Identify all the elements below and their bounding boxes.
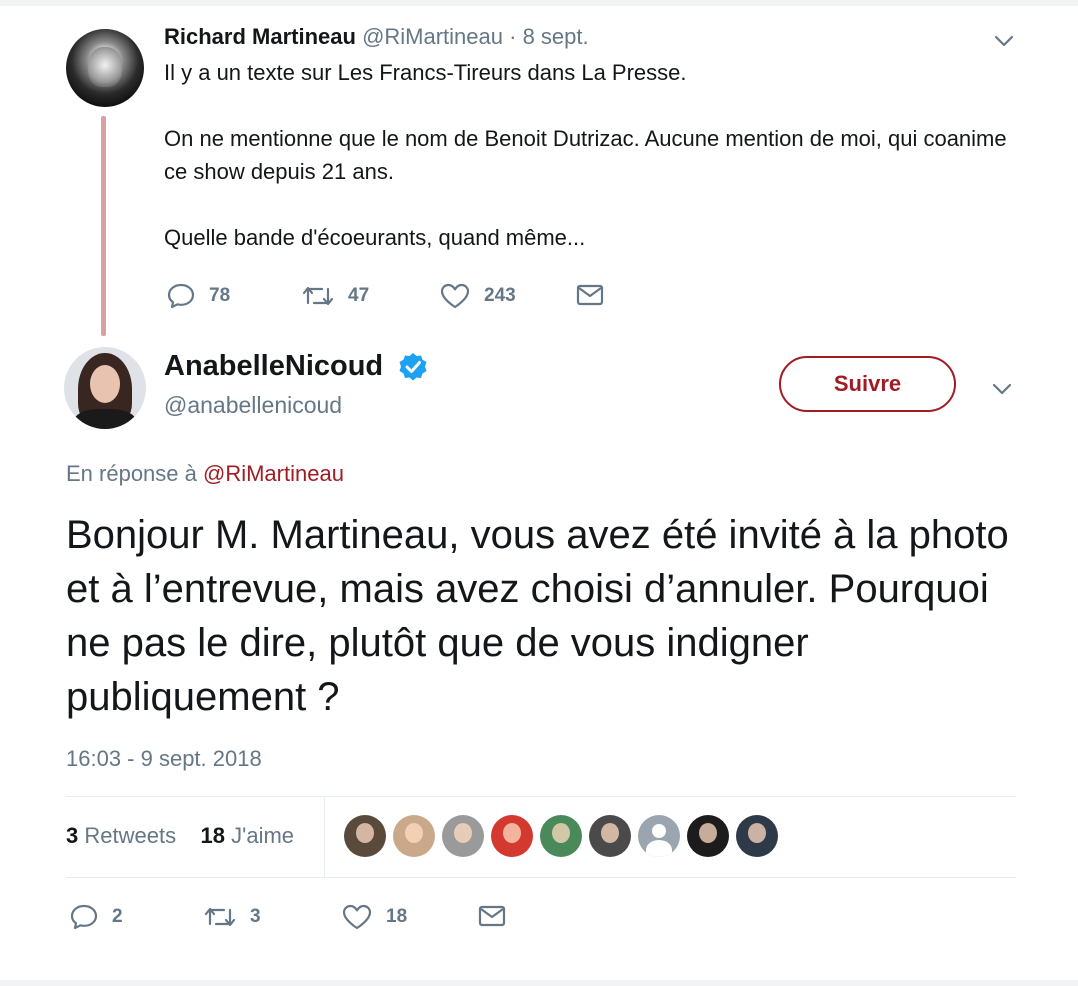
top-border: [0, 0, 1078, 6]
author-handle[interactable]: @anabellenicoud: [164, 392, 342, 419]
heart-icon: [342, 904, 372, 930]
likes-count: 18: [200, 823, 226, 848]
reply-count: 2: [112, 906, 123, 927]
dm-action[interactable]: [478, 905, 506, 927]
avatar-anabelle-nicoud[interactable]: [64, 347, 146, 429]
retweet-action[interactable]: 3: [204, 904, 261, 930]
parent-reply-action[interactable]: 78: [167, 283, 230, 309]
liker-avatar[interactable]: [687, 815, 729, 857]
engagement-stats: 3 Retweets 18 J'aime: [66, 823, 294, 849]
reply-icon: [167, 283, 195, 309]
liker-avatar[interactable]: [638, 815, 680, 857]
likes-stat[interactable]: 18 J'aime: [201, 823, 295, 848]
likes-label: J'aime: [231, 823, 295, 848]
liker-avatar[interactable]: [393, 815, 435, 857]
chevron-down-icon[interactable]: [994, 34, 1014, 48]
parent-tweet-line: Il y a un texte sur Les Francs-Tireurs d…: [164, 60, 687, 85]
reply-icon: [70, 904, 98, 930]
parent-tweet-line: On ne mentionne que le nom de Benoit Dut…: [164, 126, 1007, 184]
envelope-icon: [478, 905, 506, 927]
parent-like-count: 243: [484, 285, 516, 306]
parent-author-name[interactable]: Richard Martineau: [164, 24, 356, 49]
reply-mention-link[interactable]: @RiMartineau: [203, 461, 344, 486]
liker-avatar[interactable]: [442, 815, 484, 857]
chevron-down-icon[interactable]: [992, 382, 1012, 396]
thread-connector-line: [101, 116, 106, 336]
verified-badge-icon: [398, 352, 428, 382]
liker-avatar[interactable]: [736, 815, 778, 857]
retweet-icon: [204, 907, 236, 927]
liker-avatars: [344, 815, 785, 857]
parent-tweet-date[interactable]: · 8 sept.: [509, 24, 588, 49]
parent-like-action[interactable]: 243: [440, 283, 516, 309]
author-name[interactable]: AnabelleNicoud: [164, 350, 383, 383]
retweet-count: 3: [250, 906, 261, 927]
tweet-timestamp[interactable]: 16:03 - 9 sept. 2018: [66, 746, 262, 772]
parent-author-handle[interactable]: @RiMartineau: [362, 24, 503, 49]
parent-tweet-line: Quelle bande d'écoeurants, quand même...: [164, 225, 586, 250]
like-action[interactable]: 18: [342, 904, 407, 930]
reply-prefix: En réponse à: [66, 461, 197, 486]
main-tweet-text: Bonjour M. Martineau, vous avez été invi…: [66, 513, 1009, 719]
retweets-stat[interactable]: 3 Retweets: [66, 823, 176, 848]
retweet-icon: [302, 286, 334, 306]
liker-avatar[interactable]: [540, 815, 582, 857]
parent-tweet-header: Richard Martineau @RiMartineau · 8 sept.: [164, 24, 589, 50]
follow-button[interactable]: Suivre: [779, 356, 956, 412]
parent-retweet-action[interactable]: 47: [302, 283, 369, 309]
bottom-border: [0, 980, 1078, 986]
avatar-richard-martineau[interactable]: [66, 29, 144, 107]
reply-action[interactable]: 2: [70, 904, 123, 930]
divider: [324, 797, 325, 877]
liker-avatar[interactable]: [491, 815, 533, 857]
parent-tweet-text: Il y a un texte sur Les Francs-Tireurs d…: [164, 56, 1024, 254]
parent-reply-count: 78: [209, 285, 231, 306]
liker-avatar[interactable]: [344, 815, 386, 857]
envelope-icon: [576, 284, 604, 306]
divider: [66, 796, 1016, 797]
retweets-count: 3: [66, 823, 79, 848]
like-count: 18: [386, 906, 408, 927]
divider: [66, 877, 1016, 878]
parent-dm-action[interactable]: [576, 284, 604, 306]
parent-retweet-count: 47: [348, 285, 370, 306]
retweets-label: Retweets: [84, 823, 177, 848]
reply-context: En réponse à @RiMartineau: [66, 461, 344, 487]
heart-icon: [440, 283, 470, 309]
liker-avatar[interactable]: [589, 815, 631, 857]
